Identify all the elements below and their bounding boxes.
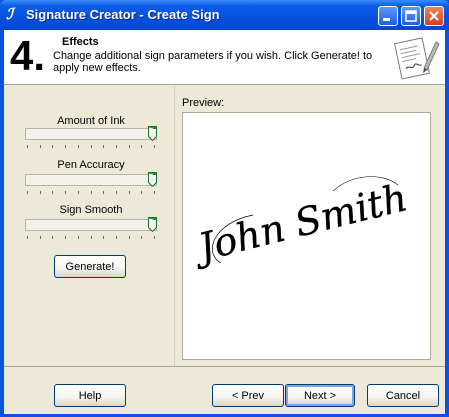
slider-tick: [103, 236, 104, 239]
ink-slider-ticks: [27, 145, 155, 149]
slider-tick: [27, 191, 28, 194]
smooth-slider-thumb[interactable]: [148, 217, 157, 232]
wizard-footer: Help < Prev Next > Cancel: [4, 366, 445, 414]
slider-tick: [52, 236, 53, 239]
slider-tick: [65, 191, 66, 194]
title-bar[interactable]: ℐ Signature Creator - Create Sign: [0, 0, 449, 30]
step-title: Effects: [62, 36, 99, 48]
slider-tick: [129, 236, 130, 239]
minimize-icon: [383, 18, 390, 21]
slider-tick: [116, 236, 117, 239]
maximize-icon: [405, 10, 417, 22]
slider-tick: [116, 145, 117, 148]
prev-button[interactable]: < Prev: [212, 384, 284, 407]
slider-tick: [40, 236, 41, 239]
slider-tick: [154, 236, 155, 239]
close-icon: [429, 11, 439, 21]
document-check-icon: [394, 37, 440, 80]
ink-slider-track[interactable]: [25, 128, 157, 140]
ink-slider-thumb[interactable]: [148, 126, 157, 141]
slider-tick: [141, 145, 142, 148]
slider-tick: [91, 145, 92, 148]
maximize-button[interactable]: [401, 6, 421, 26]
preview-panel: Preview: John Smith: [175, 85, 445, 366]
accuracy-label: Pen Accuracy: [57, 159, 125, 171]
slider-tick: [78, 191, 79, 194]
smooth-label: Sign Smooth: [59, 204, 123, 216]
signature-text: John Smith: [187, 175, 411, 271]
slider-tick: [27, 145, 28, 148]
slider-tick: [91, 191, 92, 194]
effects-panel: Amount of Ink Pen Accuracy Sign Smooth G…: [4, 85, 175, 366]
step-description: Change additional sign parameters if you…: [53, 50, 373, 74]
slider-tick: [65, 145, 66, 148]
dialog-client-area: 4. Effects Change additional sign parame…: [4, 30, 445, 414]
accuracy-slider-ticks: [27, 191, 155, 195]
preview-label: Preview:: [182, 97, 225, 109]
slider-tick: [52, 145, 53, 148]
accuracy-slider-thumb[interactable]: [148, 172, 157, 187]
slider-tick: [103, 191, 104, 194]
signature-preview: John Smith: [182, 112, 431, 360]
slider-tick: [154, 191, 155, 194]
slider-tick: [116, 191, 117, 194]
slider-tick: [154, 145, 155, 148]
slider-tick: [129, 191, 130, 194]
slider-tick: [40, 145, 41, 148]
slider-tick: [27, 236, 28, 239]
cancel-button[interactable]: Cancel: [367, 384, 439, 407]
next-button[interactable]: Next >: [285, 384, 355, 407]
slider-tick: [78, 236, 79, 239]
slider-tick: [91, 236, 92, 239]
smooth-slider-ticks: [27, 236, 155, 240]
minimize-button[interactable]: [378, 6, 398, 26]
signature-creator-window: ℐ Signature Creator - Create Sign 4. Eff…: [0, 0, 449, 417]
signature-image: John Smith: [187, 175, 412, 271]
slider-tick: [103, 145, 104, 148]
ink-label: Amount of Ink: [57, 115, 125, 127]
close-button[interactable]: [424, 6, 444, 26]
help-button[interactable]: Help: [54, 384, 126, 407]
window-title: Signature Creator - Create Sign: [26, 7, 220, 22]
slider-tick: [65, 236, 66, 239]
accuracy-slider-track[interactable]: [25, 174, 157, 186]
smooth-slider-track[interactable]: [25, 219, 157, 231]
wizard-header: 4. Effects Change additional sign parame…: [4, 30, 445, 85]
slider-tick: [40, 191, 41, 194]
slider-tick: [141, 191, 142, 194]
slider-tick: [78, 145, 79, 148]
step-number: 4.: [10, 32, 46, 79]
slider-tick: [141, 236, 142, 239]
generate-button[interactable]: Generate!: [54, 255, 126, 278]
app-signature-icon[interactable]: ℐ: [6, 6, 22, 22]
slider-tick: [52, 191, 53, 194]
slider-tick: [129, 145, 130, 148]
